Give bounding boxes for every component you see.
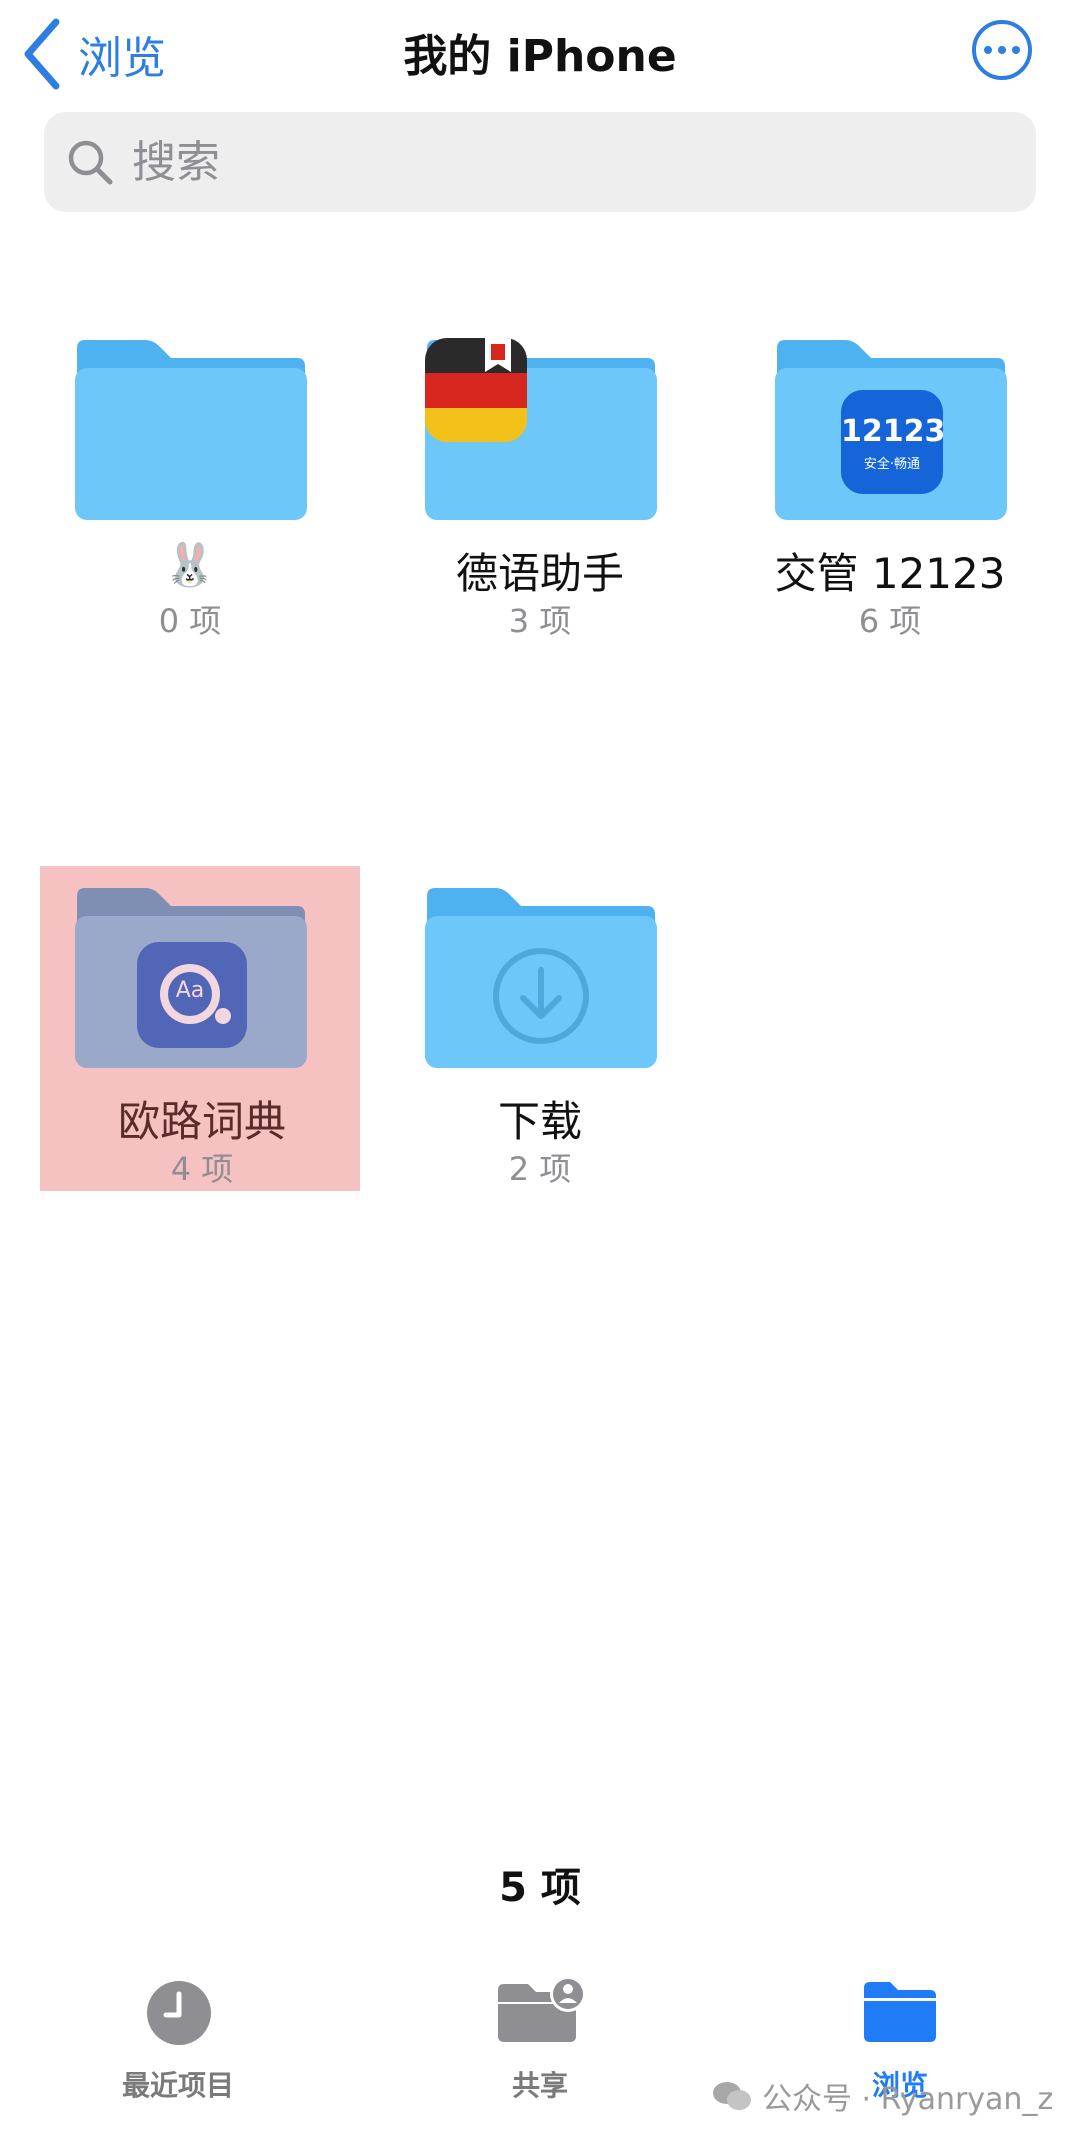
clock-icon [147, 1981, 211, 2045]
shared-folder-icon [498, 1976, 586, 2042]
german-flag-app-icon [425, 338, 527, 442]
folder-item-downloads[interactable]: 下载 2 项 [380, 866, 700, 1191]
folder-item-traffic-12123[interactable]: 12123 安全·畅通 交管 12123 6 项 [730, 318, 1050, 643]
search-bar[interactable] [44, 112, 1036, 212]
tab-recents[interactable]: 最近项目 [58, 1960, 298, 2102]
dictionary-app-icon: Aa [137, 942, 247, 1048]
watermark-text: 公众号 · Ryanryan_z [762, 2082, 1054, 2117]
folder-count: 4 项 [170, 1150, 234, 1188]
tab-shared[interactable]: 共享 [420, 1960, 660, 2102]
wechat-icon [713, 2082, 751, 2110]
tab-label: 最近项目 [121, 2069, 234, 2102]
folder-count: 6 项 [858, 602, 922, 640]
folder-name: 🐰 [163, 540, 217, 589]
more-options-button[interactable] [972, 20, 1032, 80]
folder-name: 交管 12123 [774, 549, 1006, 598]
folder-name: 欧路词典 [117, 1097, 286, 1146]
folder-icon [425, 886, 657, 1068]
more-icon [984, 46, 992, 54]
folder-name: 德语助手 [455, 549, 624, 598]
folder-icon: Aa [75, 886, 307, 1068]
traffic-12123-app-icon: 12123 安全·畅通 [841, 390, 943, 494]
folder-icon: 12123 安全·畅通 [775, 338, 1007, 520]
folder-icon [75, 338, 307, 520]
folder-item-german-assistant[interactable]: 德语助手 3 项 [380, 318, 700, 643]
item-count: 5 项 [499, 1865, 581, 1911]
watermark: 公众号 · Ryanryan_z [712, 2074, 1053, 2118]
search-icon [68, 140, 113, 185]
tab-label: 共享 [511, 2069, 568, 2102]
folder-icon [864, 1982, 936, 2042]
folder-item-rabbit[interactable]: 🐰 0 项 [30, 318, 350, 643]
folder-count: 0 项 [158, 602, 222, 640]
folder-count: 2 项 [508, 1150, 572, 1188]
search-input[interactable] [130, 135, 1014, 189]
folder-count: 3 项 [508, 602, 572, 640]
folder-icon [425, 338, 657, 520]
page-title: 我的 iPhone [403, 31, 677, 82]
folder-item-eudic[interactable]: Aa 欧路词典 4 项 [40, 866, 360, 1191]
folder-name: 下载 [497, 1097, 582, 1146]
